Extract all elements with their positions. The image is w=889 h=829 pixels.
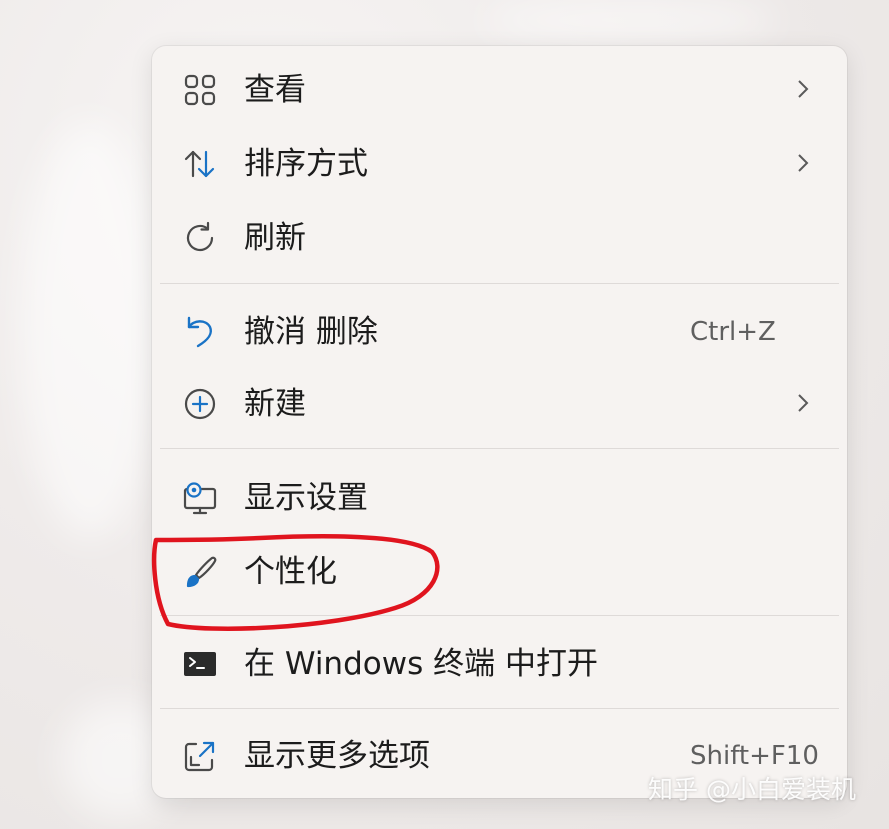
more-options-icon — [182, 738, 218, 774]
watermark-text: 知乎 @小白爱装机 — [648, 775, 856, 804]
menu-item-label: 撤消 删除 — [244, 314, 378, 350]
menu-item-undo-delete[interactable]: 撤消 删除 Ctrl+Z — [160, 300, 839, 362]
menu-item-label: 显示设置 — [244, 480, 368, 516]
view-grid-icon — [182, 72, 218, 108]
menu-divider — [160, 448, 839, 449]
shortcut-text: Ctrl+Z — [690, 317, 776, 347]
menu-divider — [160, 708, 839, 709]
menu-item-open-in-terminal[interactable]: 在 Windows 终端 中打开 — [160, 632, 839, 694]
sort-arrows-icon — [182, 146, 218, 182]
menu-item-refresh[interactable]: 刷新 — [160, 206, 839, 268]
brush-icon — [182, 554, 218, 590]
chevron-right-icon — [793, 74, 813, 104]
menu-item-new[interactable]: 新建 — [160, 372, 839, 434]
menu-item-view[interactable]: 查看 — [160, 58, 839, 120]
menu-item-label: 在 Windows 终端 中打开 — [244, 646, 598, 682]
menu-item-display-settings[interactable]: 显示设置 — [160, 466, 839, 528]
wallpaper-highlight — [20, 120, 160, 540]
new-plus-icon — [182, 386, 218, 422]
menu-item-label: 个性化 — [244, 554, 337, 590]
menu-divider — [160, 283, 839, 284]
terminal-icon — [182, 646, 218, 682]
desktop-context-menu: 查看 排序方式 刷新 撤消 删除 Ctrl+Z 新建 显示设置 个性化 在 Wi… — [152, 46, 847, 798]
menu-item-label: 新建 — [244, 386, 306, 422]
wallpaper-highlight — [480, 0, 780, 40]
menu-item-label: 显示更多选项 — [244, 738, 430, 774]
shortcut-text: Shift+F10 — [690, 741, 819, 771]
menu-item-label: 查看 — [244, 72, 306, 108]
menu-item-personalize[interactable]: 个性化 — [160, 540, 839, 602]
chevron-right-icon — [793, 388, 813, 418]
menu-item-label: 刷新 — [244, 220, 306, 256]
chevron-right-icon — [793, 148, 813, 178]
refresh-icon — [182, 220, 218, 256]
menu-item-sort-by[interactable]: 排序方式 — [160, 132, 839, 194]
menu-divider — [160, 615, 839, 616]
display-settings-icon — [182, 480, 218, 516]
menu-item-label: 排序方式 — [244, 146, 368, 182]
undo-icon — [182, 314, 218, 350]
